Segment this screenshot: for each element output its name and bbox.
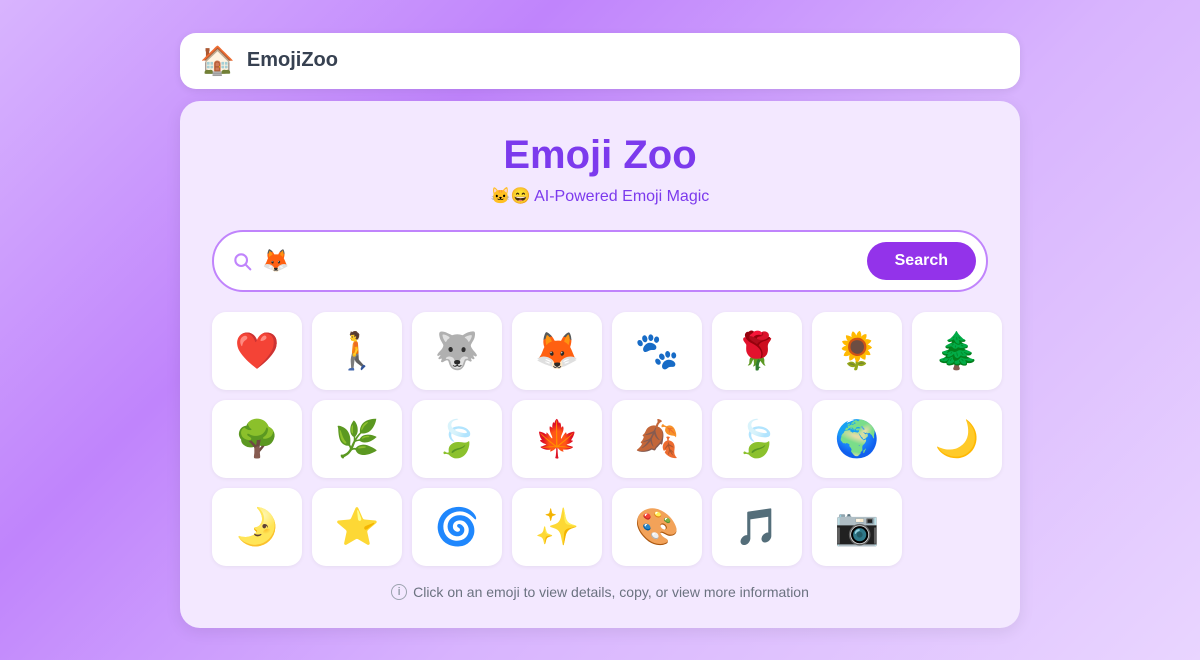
- emoji-cell[interactable]: 📷: [812, 488, 902, 566]
- nav-logo-icon: 🏠: [200, 47, 235, 75]
- emoji-cell[interactable]: ✨: [512, 488, 602, 566]
- emoji-cell[interactable]: 🐾: [612, 312, 702, 390]
- emoji-cell[interactable]: 🌹: [712, 312, 802, 390]
- emoji-cell[interactable]: 🌙: [912, 400, 1002, 478]
- emoji-cell[interactable]: 🎨: [612, 488, 702, 566]
- emoji-grid: ❤️🚶🐺🦊🐾🌹🌻🌲🌳🌿🍃🍁🍂🍃🌍🌙🌛⭐🌀✨🎨🎵📷: [212, 312, 988, 566]
- hint-label: Click on an emoji to view details, copy,…: [413, 584, 809, 600]
- search-icon: [232, 251, 252, 271]
- emoji-cell[interactable]: 🍁: [512, 400, 602, 478]
- emoji-cell[interactable]: 🌛: [212, 488, 302, 566]
- search-input[interactable]: [299, 250, 856, 271]
- emoji-cell[interactable]: ⭐: [312, 488, 402, 566]
- emoji-cell[interactable]: 🍂: [612, 400, 702, 478]
- hero-subtitle: 🐱😄 AI-Powered Emoji Magic: [212, 186, 988, 206]
- search-button[interactable]: Search: [867, 242, 976, 280]
- emoji-cell[interactable]: 🦊: [512, 312, 602, 390]
- hero-subtitle-label: AI-Powered Emoji Magic: [534, 188, 709, 205]
- emoji-cell[interactable]: 🌍: [812, 400, 902, 478]
- emoji-cell[interactable]: 🎵: [712, 488, 802, 566]
- emoji-cell[interactable]: 🚶: [312, 312, 402, 390]
- search-bar: 🦊 Search: [212, 230, 988, 292]
- hero-title: Emoji Zoo: [212, 133, 988, 178]
- emoji-cell[interactable]: 🌿: [312, 400, 402, 478]
- emoji-cell[interactable]: 🌲: [912, 312, 1002, 390]
- emoji-cell[interactable]: ❤️: [212, 312, 302, 390]
- info-icon: i: [391, 584, 407, 600]
- emoji-cell[interactable]: 🌳: [212, 400, 302, 478]
- nav-bar: 🏠 EmojiZoo: [180, 33, 1020, 89]
- nav-title: EmojiZoo: [247, 49, 338, 72]
- emoji-cell[interactable]: 🍃: [712, 400, 802, 478]
- hint-text: i Click on an emoji to view details, cop…: [212, 584, 988, 600]
- emoji-cell[interactable]: 🌀: [412, 488, 502, 566]
- search-input-emoji: 🦊: [262, 248, 289, 274]
- hero-subtitle-emojis: 🐱😄: [491, 188, 531, 205]
- main-card: Emoji Zoo 🐱😄 AI-Powered Emoji Magic 🦊 Se…: [180, 101, 1020, 628]
- emoji-cell[interactable]: 🐺: [412, 312, 502, 390]
- emoji-cell[interactable]: 🌻: [812, 312, 902, 390]
- emoji-cell[interactable]: 🍃: [412, 400, 502, 478]
